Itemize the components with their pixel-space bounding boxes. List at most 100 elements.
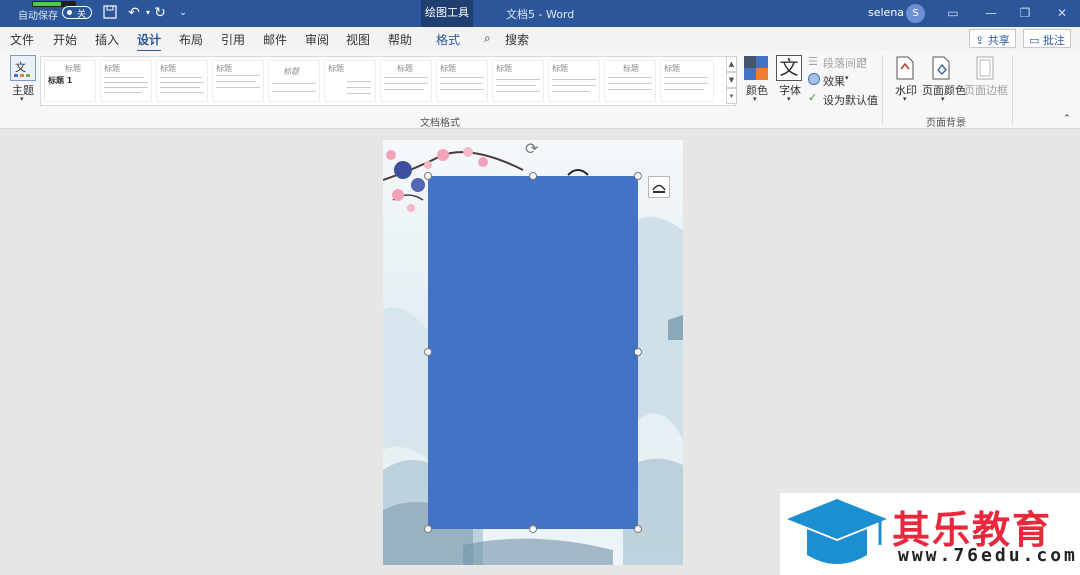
resize-handle[interactable]: [424, 348, 432, 356]
customize-qat-icon[interactable]: ⌄: [175, 5, 191, 21]
resize-handle[interactable]: [634, 172, 642, 180]
tab-format[interactable]: 格式: [436, 31, 460, 48]
style-line: [160, 87, 200, 88]
style-line: [347, 93, 371, 94]
search-label[interactable]: 搜索: [505, 31, 529, 48]
tab-home[interactable]: 开始: [53, 31, 77, 48]
style-line: [608, 83, 652, 84]
style-line: [272, 83, 316, 84]
set-as-default-button[interactable]: 设为默认值: [823, 92, 878, 108]
style-line: [440, 77, 484, 78]
brand-url: www.76edu.com: [898, 545, 1078, 566]
colors-dropdown-icon[interactable]: ▾: [753, 95, 757, 103]
collapse-ribbon-icon[interactable]: ⌃: [1063, 114, 1071, 124]
style-set-item[interactable]: 标题: [156, 60, 208, 102]
check-icon[interactable]: ✓: [808, 91, 817, 104]
effects-icon[interactable]: [808, 73, 820, 85]
watermark-dropdown-icon[interactable]: ▾: [903, 95, 907, 103]
style-line: [104, 77, 144, 78]
comment-label: 批注: [1042, 34, 1065, 47]
avatar[interactable]: S: [906, 4, 925, 23]
gallery-scroll-up-icon[interactable]: ▲: [726, 56, 737, 72]
style-set-item[interactable]: 标题: [100, 60, 152, 102]
style-set-item[interactable]: 标题: [604, 60, 656, 102]
style-line: [552, 91, 590, 92]
ribbon-display-icon[interactable]: ▭: [944, 4, 962, 22]
page-color-icon[interactable]: [930, 56, 952, 80]
style-line: [160, 77, 202, 78]
user-name[interactable]: selena: [868, 6, 904, 19]
resize-handle[interactable]: [634, 348, 642, 356]
tab-references[interactable]: 引用: [221, 31, 245, 48]
paragraph-spacing-icon[interactable]: ☰: [808, 55, 818, 68]
style-set-item[interactable]: 标题: [212, 60, 264, 102]
style-line: [216, 75, 260, 76]
style-set-item[interactable]: 标题: [380, 60, 432, 102]
style-heading: 标题: [104, 64, 120, 73]
watermark-icon[interactable]: [895, 56, 915, 80]
colors-icon[interactable]: [744, 56, 768, 80]
tab-review[interactable]: 审阅: [305, 31, 329, 48]
autosave-label: 自动保存: [18, 11, 58, 22]
paragraph-spacing-button[interactable]: 段落间距: [823, 55, 867, 71]
style-line: [496, 91, 540, 92]
style-heading: 标题: [160, 64, 176, 73]
document-title: 文档5 - Word: [506, 8, 575, 21]
style-line: [347, 81, 371, 82]
resize-handle[interactable]: [529, 525, 537, 533]
style-line: [608, 77, 652, 78]
colors-label[interactable]: 颜色: [746, 82, 768, 98]
gallery-more-icon[interactable]: ▾: [726, 88, 737, 104]
resize-handle[interactable]: [634, 525, 642, 533]
save-icon[interactable]: [102, 5, 118, 21]
search-icon[interactable]: ⌕: [484, 31, 491, 46]
style-heading-1: 标题 1: [48, 76, 73, 85]
tab-file[interactable]: 文件: [10, 31, 34, 48]
group-separator: [1012, 55, 1013, 125]
redo-icon[interactable]: ↻: [152, 5, 168, 21]
tab-layout[interactable]: 布局: [179, 31, 203, 48]
page-color-dropdown-icon[interactable]: ▾: [941, 95, 945, 103]
comment-icon: ▭: [1029, 34, 1043, 47]
tab-mailings[interactable]: 邮件: [263, 31, 287, 48]
page-borders-label[interactable]: 页面边框: [964, 82, 1008, 98]
effects-dropdown-icon[interactable]: ▾: [845, 74, 849, 82]
gallery-scroll-down-icon[interactable]: ▼: [726, 72, 737, 88]
tab-view[interactable]: 视图: [346, 31, 370, 48]
style-line: [552, 79, 596, 80]
style-set-item[interactable]: 标题: [436, 60, 488, 102]
style-set-item[interactable]: 标题: [548, 60, 600, 102]
style-set-item[interactable]: 标题: [492, 60, 544, 102]
page-borders-icon[interactable]: [975, 56, 995, 80]
paragraph-spacing-dropdown-icon[interactable]: ▾: [863, 56, 867, 64]
comments-button[interactable]: ▭ 批注: [1023, 29, 1071, 48]
style-line: [104, 82, 148, 83]
restore-icon[interactable]: ❐: [1016, 4, 1034, 22]
style-heading: 标题: [440, 64, 456, 73]
resize-handle[interactable]: [424, 525, 432, 533]
fonts-dropdown-icon[interactable]: ▾: [787, 95, 791, 103]
style-set-item[interactable]: 标题: [324, 60, 376, 102]
tab-insert[interactable]: 插入: [95, 31, 119, 48]
style-set-item[interactable]: 标题: [660, 60, 714, 102]
selected-rectangle-shape[interactable]: [428, 176, 638, 529]
share-button[interactable]: ⇪ 共享: [969, 29, 1016, 48]
autosave-toggle[interactable]: 关: [62, 6, 92, 20]
style-line: [440, 83, 482, 84]
resize-handle[interactable]: [529, 172, 537, 180]
effects-button[interactable]: 效果: [823, 73, 845, 89]
close-icon[interactable]: ✕: [1053, 4, 1071, 22]
style-set-item[interactable]: 标题: [268, 60, 320, 102]
themes-icon[interactable]: 文: [10, 55, 36, 81]
style-line: [160, 92, 204, 93]
tab-help[interactable]: 帮助: [388, 31, 412, 48]
style-set-item[interactable]: 标题 标题 1: [44, 60, 96, 102]
minimize-icon[interactable]: —: [982, 4, 1000, 22]
rotate-handle-icon[interactable]: ⟳: [525, 139, 538, 158]
style-line: [160, 82, 204, 83]
layout-options-icon[interactable]: [648, 176, 670, 198]
tab-design[interactable]: 设计: [137, 31, 162, 52]
themes-dropdown-icon[interactable]: ▾: [20, 95, 24, 103]
fonts-icon[interactable]: 文: [776, 55, 802, 81]
resize-handle[interactable]: [424, 172, 432, 180]
